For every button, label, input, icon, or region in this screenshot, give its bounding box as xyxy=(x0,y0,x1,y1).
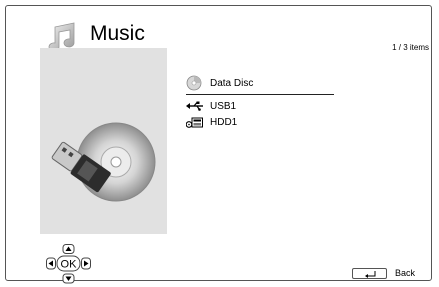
page-title: Music xyxy=(90,22,145,45)
usb-icon xyxy=(186,101,210,111)
navigation-dpad-icon: OK xyxy=(46,244,91,284)
back-button[interactable] xyxy=(352,268,387,279)
list-item-usb1[interactable]: USB1 xyxy=(186,98,334,114)
ok-label: OK xyxy=(61,259,78,271)
return-arrow-icon xyxy=(364,270,375,278)
list-item-label: HDD1 xyxy=(210,116,238,128)
list-item-label: Data Disc xyxy=(210,77,254,89)
item-counter: 1 / 3 items xyxy=(392,43,429,52)
usb-disc-artwork xyxy=(51,122,156,202)
artwork-panel xyxy=(40,48,167,234)
dpad-right-icon[interactable] xyxy=(81,257,91,270)
back-label: Back xyxy=(395,268,416,278)
dpad-up-icon[interactable] xyxy=(62,244,75,254)
list-item-label: USB1 xyxy=(210,100,237,112)
hdd-icon xyxy=(186,117,210,128)
ok-button[interactable]: OK xyxy=(56,255,81,272)
list-item-data-disc[interactable]: Data Disc xyxy=(186,72,334,95)
dpad-left-icon[interactable] xyxy=(46,257,56,270)
dpad-down-icon[interactable] xyxy=(62,273,75,284)
disc-icon xyxy=(186,75,210,91)
list-item-hdd1[interactable]: HDD1 xyxy=(186,114,334,130)
source-list: Data Disc USB1 HDD1 xyxy=(186,72,334,130)
